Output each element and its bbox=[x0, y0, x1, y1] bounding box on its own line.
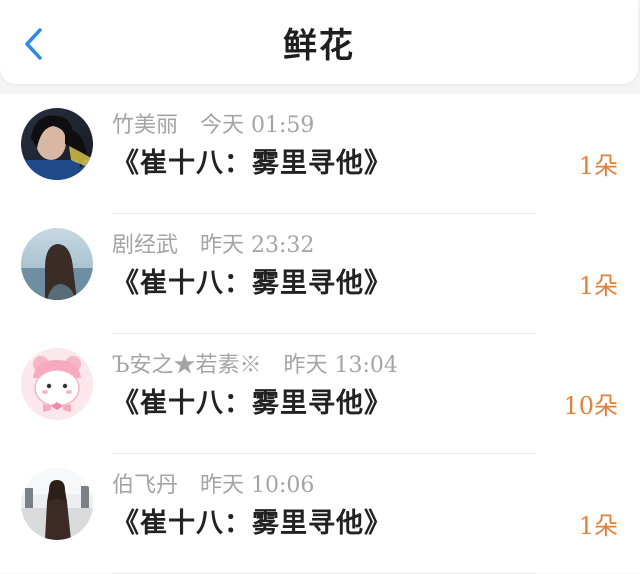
avatar[interactable] bbox=[21, 348, 93, 420]
list-item[interactable]: 伯飞丹 昨天 10:06 《崔十八：雾里寻他》 1朵 bbox=[0, 454, 640, 574]
work-title[interactable]: 《崔十八：雾里寻他》 bbox=[112, 266, 392, 302]
list-item[interactable]: Ъ安之★若素※ 昨天 13:04 《崔十八：雾里寻他》 10朵 bbox=[0, 334, 640, 454]
work-title[interactable]: 《崔十八：雾里寻他》 bbox=[112, 146, 392, 182]
list-item[interactable]: 剧经武 昨天 23:32 《崔十八：雾里寻他》 1朵 bbox=[0, 214, 640, 334]
flower-count: 1朵 bbox=[578, 512, 618, 540]
user-name[interactable]: 剧经武 bbox=[112, 233, 178, 258]
user-name[interactable]: 伯飞丹 bbox=[112, 473, 178, 498]
flower-count: 1朵 bbox=[578, 152, 618, 180]
flower-list: 竹美丽 今天 01:59 《崔十八：雾里寻他》 1朵 剧经武 昨天 23:32 … bbox=[0, 94, 640, 574]
user-name[interactable]: Ъ安之★若素※ bbox=[112, 353, 261, 378]
timestamp: 昨天 23:32 bbox=[200, 233, 315, 258]
user-name[interactable]: 竹美丽 bbox=[112, 113, 178, 138]
timestamp: 昨天 13:04 bbox=[283, 353, 398, 378]
timestamp: 今天 01:59 bbox=[200, 113, 315, 138]
avatar[interactable] bbox=[21, 468, 93, 540]
avatar[interactable] bbox=[21, 228, 93, 300]
page-title: 鲜花 bbox=[283, 26, 355, 66]
avatar[interactable] bbox=[21, 108, 93, 180]
header-bar: 鲜花 bbox=[0, 0, 638, 84]
work-title[interactable]: 《崔十八：雾里寻他》 bbox=[112, 506, 392, 542]
work-title[interactable]: 《崔十八：雾里寻他》 bbox=[112, 386, 392, 422]
flower-count: 1朵 bbox=[578, 272, 618, 300]
timestamp: 昨天 10:06 bbox=[200, 473, 315, 498]
flower-count: 10朵 bbox=[563, 392, 618, 420]
list-item[interactable]: 竹美丽 今天 01:59 《崔十八：雾里寻他》 1朵 bbox=[0, 94, 640, 214]
